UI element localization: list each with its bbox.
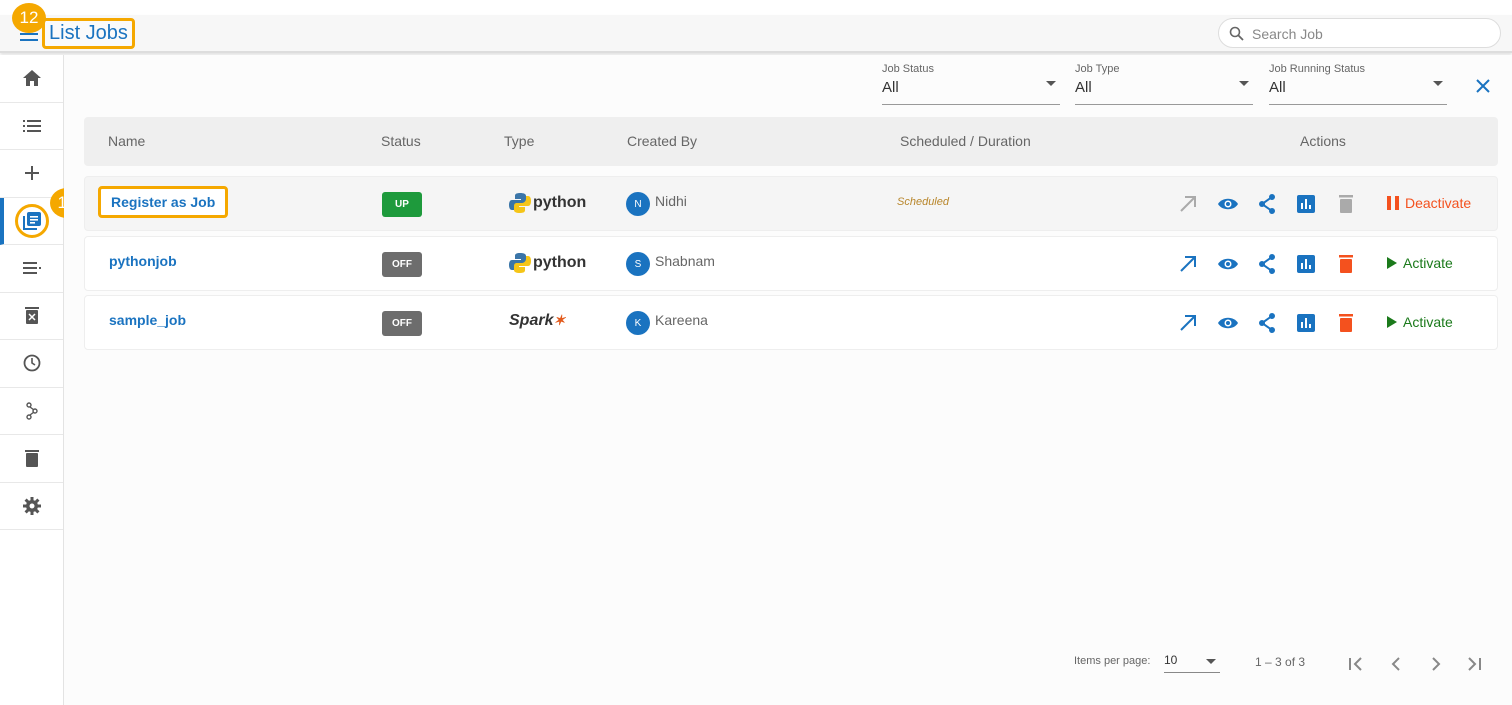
- prev-page-icon[interactable]: [1391, 657, 1401, 671]
- trash-icon: [24, 449, 39, 467]
- python-logo: python: [509, 252, 586, 274]
- chevron-down-icon: [1046, 81, 1056, 86]
- pause-icon: [1387, 196, 1399, 210]
- activate-button[interactable]: Activate: [1387, 255, 1453, 271]
- table-row: Register as Job UP python N Nidhi Schedu…: [84, 176, 1498, 231]
- spark-logo: Spark✶: [509, 312, 566, 329]
- items-per-page-select[interactable]: 10: [1164, 653, 1220, 673]
- sidebar-item-components[interactable]: [0, 388, 63, 435]
- deactivate-button[interactable]: Deactivate: [1387, 195, 1471, 211]
- jobs-icon: [22, 211, 41, 230]
- job-running-status-filter[interactable]: Job Running Status All: [1269, 63, 1447, 105]
- chart-icon[interactable]: [1295, 193, 1317, 215]
- trash-icon[interactable]: [1335, 193, 1357, 215]
- avatar: N: [626, 192, 650, 216]
- close-icon[interactable]: [1476, 79, 1490, 93]
- next-page-icon[interactable]: [1431, 657, 1441, 671]
- search-placeholder: Search Job: [1252, 26, 1323, 42]
- python-logo: python: [509, 192, 586, 214]
- avatar: S: [626, 252, 650, 276]
- share-icon[interactable]: [1256, 253, 1278, 275]
- delete-box-icon: [24, 307, 39, 325]
- header-name: Name: [108, 133, 146, 149]
- sidebar-item-pipelines[interactable]: [0, 245, 63, 293]
- status-badge: UP: [382, 192, 422, 217]
- filter-value: All: [1075, 79, 1092, 96]
- job-status-filter[interactable]: Job Status All: [882, 63, 1060, 105]
- table-row: pythonjob OFF python S Shabnam Activate: [84, 236, 1498, 291]
- open-icon[interactable]: [1177, 193, 1199, 215]
- toggle-label: Activate: [1403, 255, 1453, 271]
- job-name-link[interactable]: pythonjob: [109, 253, 177, 269]
- share-icon[interactable]: [1256, 193, 1278, 215]
- header-status: Status: [381, 133, 421, 149]
- sidebar-item-trash[interactable]: [0, 435, 63, 483]
- status-badge: OFF: [382, 311, 422, 336]
- created-by: Kareena: [655, 312, 708, 328]
- eye-icon[interactable]: [1217, 253, 1239, 275]
- header-actions: Actions: [1300, 133, 1346, 149]
- open-icon[interactable]: [1177, 253, 1199, 275]
- sidebar-item-delete-list[interactable]: [0, 293, 63, 340]
- page-title: List Jobs: [42, 18, 135, 49]
- toggle-label: Deactivate: [1405, 195, 1472, 211]
- header-created-by: Created By: [627, 133, 698, 149]
- avatar: K: [626, 311, 650, 335]
- job-name-link[interactable]: sample_job: [109, 312, 186, 328]
- gear-icon: [22, 496, 41, 515]
- chevron-down-icon: [1206, 659, 1216, 664]
- created-by: Nidhi: [655, 193, 687, 209]
- filter-label: Job Running Status: [1269, 63, 1366, 75]
- activate-button[interactable]: Activate: [1387, 314, 1453, 330]
- pagination-range: 1 – 3 of 3: [1255, 655, 1306, 669]
- sidebar-item-list[interactable]: [0, 103, 63, 150]
- filter-value: All: [882, 79, 899, 96]
- chevron-down-icon: [1239, 81, 1249, 86]
- filter-value: All: [1269, 79, 1286, 96]
- chart-icon[interactable]: [1295, 312, 1317, 334]
- plus-icon: [24, 166, 39, 181]
- filter-label: Job Status: [882, 63, 934, 75]
- filter-label: Job Type: [1075, 63, 1120, 75]
- sidebar: [0, 55, 64, 705]
- header-type: Type: [504, 133, 535, 149]
- search-icon: [1229, 26, 1244, 41]
- search-input[interactable]: Search Job: [1218, 18, 1501, 48]
- step-badge: 12: [12, 3, 46, 33]
- home-icon: [22, 70, 41, 87]
- clock-icon: [23, 354, 40, 372]
- status-badge: OFF: [382, 252, 422, 277]
- lines-icon: [22, 262, 41, 275]
- sidebar-item-home[interactable]: [0, 55, 63, 103]
- chart-icon[interactable]: [1295, 253, 1317, 275]
- last-page-icon[interactable]: [1466, 657, 1482, 671]
- share-icon[interactable]: [1256, 312, 1278, 334]
- toggle-label: Activate: [1403, 314, 1453, 330]
- main-content: Job Status All Job Type All Job Running St…: [64, 55, 1512, 705]
- chevron-down-icon: [1433, 81, 1443, 86]
- schedule-text: Scheduled: [897, 196, 949, 208]
- table-header: Name Status Type Created By Scheduled / …: [84, 117, 1498, 166]
- top-bar: List Jobs Search Job: [0, 15, 1512, 53]
- sidebar-item-add[interactable]: [0, 150, 63, 198]
- components-icon: [25, 402, 38, 420]
- eye-icon[interactable]: [1217, 193, 1239, 215]
- open-icon[interactable]: [1177, 312, 1199, 334]
- job-type-filter[interactable]: Job Type All: [1075, 63, 1253, 105]
- sidebar-item-settings[interactable]: [0, 483, 63, 530]
- items-per-page-label: Items per page:: [1074, 655, 1151, 667]
- first-page-icon[interactable]: [1348, 657, 1364, 671]
- play-icon: [1387, 316, 1397, 328]
- trash-icon[interactable]: [1335, 253, 1357, 275]
- table-row: sample_job OFF Spark✶ K Kareena Activate: [84, 295, 1498, 350]
- list-icon: [22, 119, 41, 132]
- sidebar-item-history[interactable]: [0, 340, 63, 388]
- eye-icon[interactable]: [1217, 312, 1239, 334]
- trash-icon[interactable]: [1335, 312, 1357, 334]
- play-icon: [1387, 257, 1397, 269]
- items-per-page-value: 10: [1164, 653, 1178, 667]
- job-name-link[interactable]: Register as Job: [98, 186, 229, 218]
- created-by: Shabnam: [655, 253, 715, 269]
- header-schedule: Scheduled / Duration: [900, 133, 1031, 149]
